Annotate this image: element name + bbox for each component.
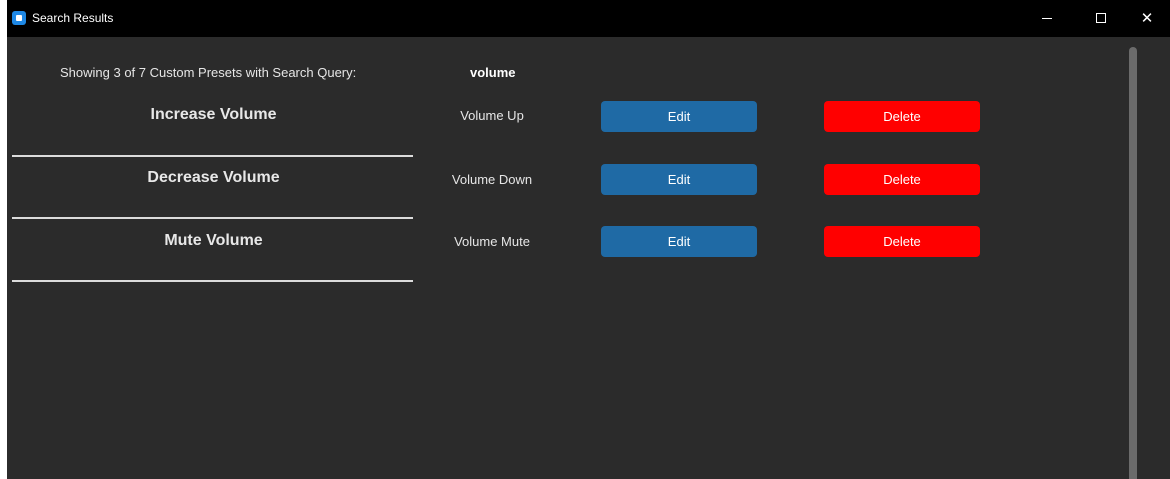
maximize-button[interactable] [1078,0,1124,37]
search-query: volume [470,65,516,80]
preset-key: Volume Down [451,172,533,187]
minimize-button[interactable] [1024,0,1070,37]
preset-key: Volume Mute [454,234,530,249]
edit-button[interactable]: Edit [601,226,757,257]
preset-key: Volume Up [460,108,524,123]
edit-button[interactable]: Edit [601,164,757,195]
delete-button[interactable]: Delete [824,101,980,132]
results-panel: Showing 3 of 7 Custom Presets with Searc… [7,37,1170,479]
window-title: Search Results [32,11,114,25]
close-button[interactable]: ✕ [1124,0,1170,37]
title-bar: Search Results ✕ [7,0,1170,37]
minimize-icon [1042,18,1052,19]
close-icon: ✕ [1140,10,1154,27]
edit-button[interactable]: Edit [601,101,757,132]
preset-name: Decrease Volume [147,169,280,186]
preset-name: Increase Volume [150,106,277,123]
app-icon [12,11,26,25]
divider [12,217,413,219]
divider [12,280,413,282]
delete-button[interactable]: Delete [824,226,980,257]
divider [12,155,413,157]
delete-button[interactable]: Delete [824,164,980,195]
results-summary: Showing 3 of 7 Custom Presets with Searc… [60,65,357,80]
preset-name: Mute Volume [164,232,263,249]
search-results-window: Search Results ✕ Showing 3 of 7 Custom P… [7,0,1170,479]
maximize-icon [1096,13,1106,23]
vertical-scrollbar[interactable] [1129,47,1137,479]
